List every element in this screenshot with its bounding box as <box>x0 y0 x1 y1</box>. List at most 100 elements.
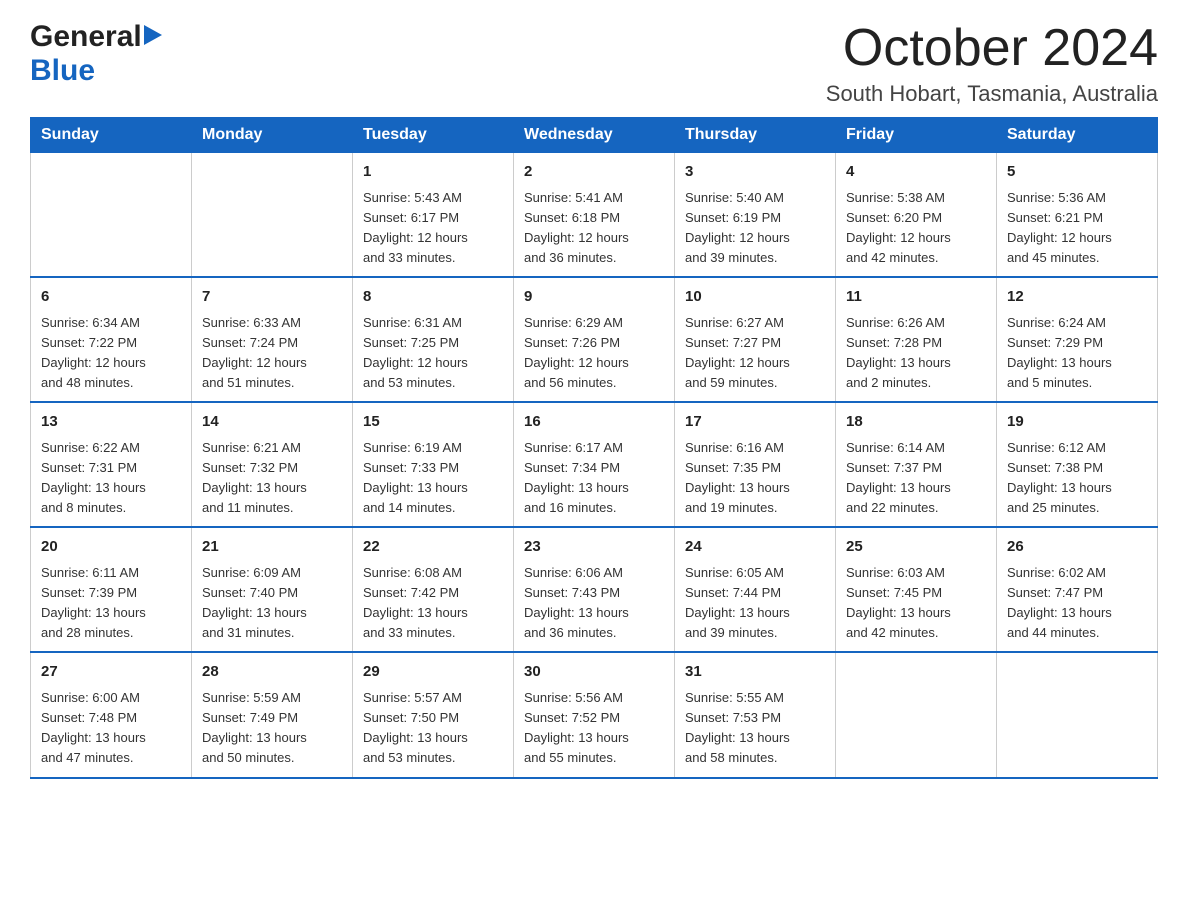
day-info: Sunrise: 5:57 AM Sunset: 7:50 PM Dayligh… <box>363 690 468 765</box>
calendar-cell: 12 Sunrise: 6:24 AM Sunset: 7:29 PM Dayli… <box>997 277 1158 402</box>
day-of-week-header: Wednesday <box>514 118 675 153</box>
day-number: 3 <box>685 161 825 184</box>
day-info: Sunrise: 6:12 AM Sunset: 7:38 PM Dayligh… <box>1007 440 1112 515</box>
day-info: Sunrise: 6:27 AM Sunset: 7:27 PM Dayligh… <box>685 315 790 390</box>
day-of-week-header: Tuesday <box>353 118 514 153</box>
calendar-week-row: 27 Sunrise: 6:00 AM Sunset: 7:48 PM Dayli… <box>31 652 1158 777</box>
day-info: Sunrise: 6:34 AM Sunset: 7:22 PM Dayligh… <box>41 315 146 390</box>
day-info: Sunrise: 6:11 AM Sunset: 7:39 PM Dayligh… <box>41 565 146 640</box>
day-number: 27 <box>41 661 181 684</box>
calendar-cell: 8Sunrise: 6:31 AM Sunset: 7:25 PM Daylig… <box>353 277 514 402</box>
day-number: 14 <box>202 411 342 434</box>
calendar-cell: 30 Sunrise: 5:56 AM Sunset: 7:52 PM Dayli… <box>514 652 675 777</box>
day-of-week-header: Saturday <box>997 118 1158 153</box>
day-number: 13 <box>41 411 181 434</box>
day-number: 22 <box>363 536 503 559</box>
day-number: 9 <box>524 286 664 309</box>
calendar-cell: 11 Sunrise: 6:26 AM Sunset: 7:28 PM Dayli… <box>836 277 997 402</box>
day-info: Sunrise: 6:08 AM Sunset: 7:42 PM Dayligh… <box>363 565 468 640</box>
day-info: Sunrise: 6:00 AM Sunset: 7:48 PM Dayligh… <box>41 690 146 765</box>
day-number: 11 <box>846 286 986 309</box>
day-number: 25 <box>846 536 986 559</box>
calendar-cell: 9Sunrise: 6:29 AM Sunset: 7:26 PM Daylig… <box>514 277 675 402</box>
day-number: 23 <box>524 536 664 559</box>
main-title: October 2024 <box>826 20 1158 77</box>
calendar-cell: 5Sunrise: 5:36 AM Sunset: 6:21 PM Daylig… <box>997 153 1158 278</box>
day-info: Sunrise: 5:38 AM Sunset: 6:20 PM Dayligh… <box>846 190 951 265</box>
day-of-week-header: Sunday <box>31 118 192 153</box>
day-info: Sunrise: 6:14 AM Sunset: 7:37 PM Dayligh… <box>846 440 951 515</box>
day-info: Sunrise: 6:33 AM Sunset: 7:24 PM Dayligh… <box>202 315 307 390</box>
day-number: 31 <box>685 661 825 684</box>
day-info: Sunrise: 5:43 AM Sunset: 6:17 PM Dayligh… <box>363 190 468 265</box>
day-number: 18 <box>846 411 986 434</box>
day-info: Sunrise: 5:41 AM Sunset: 6:18 PM Dayligh… <box>524 190 629 265</box>
calendar-table: SundayMondayTuesdayWednesdayThursdayFrid… <box>30 117 1158 778</box>
logo-blue-text: Blue <box>30 54 95 88</box>
calendar-cell: 25Sunrise: 6:03 AM Sunset: 7:45 PM Dayli… <box>836 527 997 652</box>
calendar-cell: 29 Sunrise: 5:57 AM Sunset: 7:50 PM Dayli… <box>353 652 514 777</box>
calendar-cell: 6 Sunrise: 6:34 AM Sunset: 7:22 PM Daylig… <box>31 277 192 402</box>
day-info: Sunrise: 6:21 AM Sunset: 7:32 PM Dayligh… <box>202 440 307 515</box>
calendar-cell: 23Sunrise: 6:06 AM Sunset: 7:43 PM Dayli… <box>514 527 675 652</box>
calendar-cell: 16 Sunrise: 6:17 AM Sunset: 7:34 PM Dayli… <box>514 402 675 527</box>
day-number: 17 <box>685 411 825 434</box>
logo-arrow-icon <box>144 25 162 50</box>
day-number: 21 <box>202 536 342 559</box>
day-of-week-header: Friday <box>836 118 997 153</box>
day-info: Sunrise: 6:24 AM Sunset: 7:29 PM Dayligh… <box>1007 315 1112 390</box>
day-number: 20 <box>41 536 181 559</box>
calendar-cell: 28 Sunrise: 5:59 AM Sunset: 7:49 PM Dayli… <box>192 652 353 777</box>
calendar-cell: 3Sunrise: 5:40 AM Sunset: 6:19 PM Daylig… <box>675 153 836 278</box>
calendar-body: 1 Sunrise: 5:43 AM Sunset: 6:17 PM Daylig… <box>31 153 1158 778</box>
day-info: Sunrise: 6:02 AM Sunset: 7:47 PM Dayligh… <box>1007 565 1112 640</box>
logo-general-text: General <box>30 20 142 54</box>
day-info: Sunrise: 6:05 AM Sunset: 7:44 PM Dayligh… <box>685 565 790 640</box>
calendar-cell: 22 Sunrise: 6:08 AM Sunset: 7:42 PM Dayli… <box>353 527 514 652</box>
day-info: Sunrise: 6:17 AM Sunset: 7:34 PM Dayligh… <box>524 440 629 515</box>
day-info: Sunrise: 5:55 AM Sunset: 7:53 PM Dayligh… <box>685 690 790 765</box>
day-number: 24 <box>685 536 825 559</box>
day-number: 16 <box>524 411 664 434</box>
calendar-cell: 21Sunrise: 6:09 AM Sunset: 7:40 PM Dayli… <box>192 527 353 652</box>
calendar-cell: 18 Sunrise: 6:14 AM Sunset: 7:37 PM Dayli… <box>836 402 997 527</box>
day-number: 28 <box>202 661 342 684</box>
day-number: 15 <box>363 411 503 434</box>
calendar-cell: 19 Sunrise: 6:12 AM Sunset: 7:38 PM Dayli… <box>997 402 1158 527</box>
day-info: Sunrise: 6:22 AM Sunset: 7:31 PM Dayligh… <box>41 440 146 515</box>
calendar-cell: 10 Sunrise: 6:27 AM Sunset: 7:27 PM Dayli… <box>675 277 836 402</box>
day-number: 19 <box>1007 411 1147 434</box>
day-number: 1 <box>363 161 503 184</box>
day-number: 29 <box>363 661 503 684</box>
calendar-cell: 31 Sunrise: 5:55 AM Sunset: 7:53 PM Dayli… <box>675 652 836 777</box>
calendar-cell <box>192 153 353 278</box>
days-of-week-row: SundayMondayTuesdayWednesdayThursdayFrid… <box>31 118 1158 153</box>
day-number: 8 <box>363 286 503 309</box>
day-number: 26 <box>1007 536 1147 559</box>
calendar-cell: 15 Sunrise: 6:19 AM Sunset: 7:33 PM Dayli… <box>353 402 514 527</box>
calendar-week-row: 20 Sunrise: 6:11 AM Sunset: 7:39 PM Dayli… <box>31 527 1158 652</box>
day-number: 10 <box>685 286 825 309</box>
calendar-cell: 17Sunrise: 6:16 AM Sunset: 7:35 PM Dayli… <box>675 402 836 527</box>
day-info: Sunrise: 5:59 AM Sunset: 7:49 PM Dayligh… <box>202 690 307 765</box>
calendar-cell: 4 Sunrise: 5:38 AM Sunset: 6:20 PM Daylig… <box>836 153 997 278</box>
day-number: 4 <box>846 161 986 184</box>
day-number: 12 <box>1007 286 1147 309</box>
calendar-cell: 13 Sunrise: 6:22 AM Sunset: 7:31 PM Dayli… <box>31 402 192 527</box>
day-info: Sunrise: 6:26 AM Sunset: 7:28 PM Dayligh… <box>846 315 951 390</box>
subtitle: South Hobart, Tasmania, Australia <box>826 81 1158 107</box>
day-info: Sunrise: 5:36 AM Sunset: 6:21 PM Dayligh… <box>1007 190 1112 265</box>
calendar-cell: 2Sunrise: 5:41 AM Sunset: 6:18 PM Daylig… <box>514 153 675 278</box>
calendar-week-row: 13 Sunrise: 6:22 AM Sunset: 7:31 PM Dayli… <box>31 402 1158 527</box>
calendar-cell <box>836 652 997 777</box>
calendar-cell: 26 Sunrise: 6:02 AM Sunset: 7:47 PM Dayli… <box>997 527 1158 652</box>
day-of-week-header: Monday <box>192 118 353 153</box>
day-number: 30 <box>524 661 664 684</box>
calendar-cell: 24 Sunrise: 6:05 AM Sunset: 7:44 PM Dayli… <box>675 527 836 652</box>
day-number: 6 <box>41 286 181 309</box>
day-info: Sunrise: 5:56 AM Sunset: 7:52 PM Dayligh… <box>524 690 629 765</box>
calendar-header: SundayMondayTuesdayWednesdayThursdayFrid… <box>31 118 1158 153</box>
day-info: Sunrise: 6:19 AM Sunset: 7:33 PM Dayligh… <box>363 440 468 515</box>
page-header: General Blue October 2024 South Hobart, … <box>30 20 1158 107</box>
calendar-cell <box>31 153 192 278</box>
